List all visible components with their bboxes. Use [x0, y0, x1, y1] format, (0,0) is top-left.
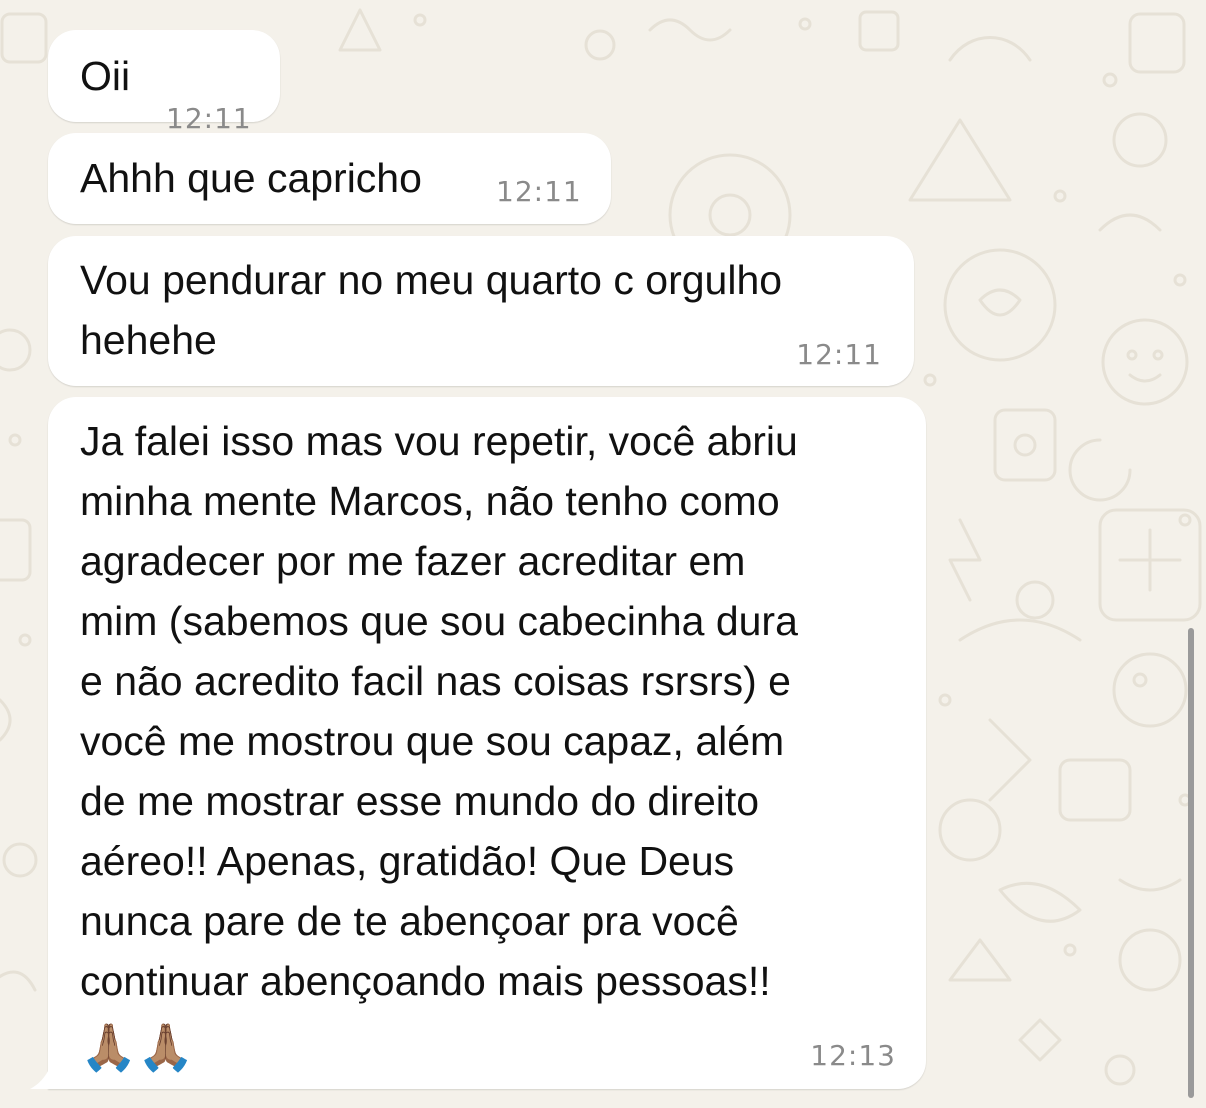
message-text: Ja falei isso mas vou repetir, você abri…: [80, 418, 798, 1004]
message-timestamp: 12:13: [810, 1039, 896, 1072]
message-timestamp: 12:11: [496, 175, 582, 208]
message-bubble[interactable]: Ja falei isso mas vou repetir, você abri…: [48, 397, 926, 1089]
message-text: Ahhh que capricho: [80, 155, 422, 201]
message-bubble[interactable]: Oii 12:11: [48, 30, 280, 135]
praying-hands-emoji: 🙏🏽🙏🏽: [80, 1020, 195, 1074]
message-bubble[interactable]: Vou pendurar no meu quarto c orgulho heh…: [48, 236, 914, 386]
message-timestamp: 12:11: [166, 102, 252, 135]
message-text: Vou pendurar no meu quarto c orgulho heh…: [80, 257, 783, 363]
message-timestamp: 12:11: [796, 338, 882, 371]
message-bubble[interactable]: Ahhh que capricho 12:11: [48, 133, 611, 224]
message-text: Oii: [80, 53, 131, 99]
bubble-tail-icon: [30, 1062, 52, 1089]
scrollbar[interactable]: [1188, 628, 1194, 1098]
chat-message-list[interactable]: Oii 12:11 Ahhh que capricho 12:11 Vou pe…: [0, 0, 1206, 1108]
